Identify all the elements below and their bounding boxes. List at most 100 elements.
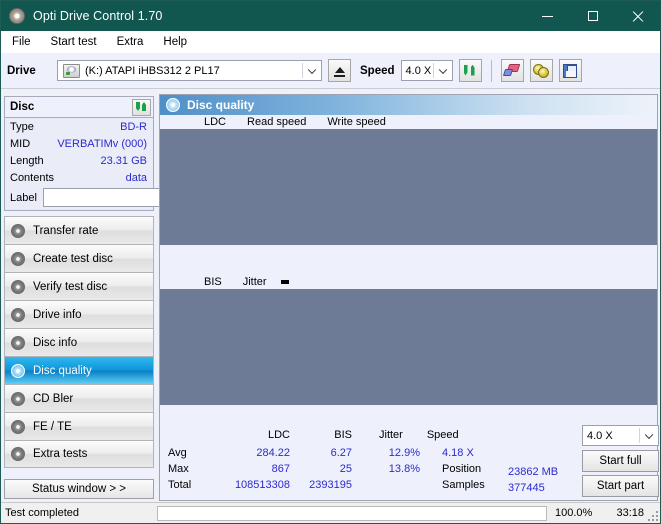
statistics-panel: LDC BIS Jitter Speed Avg 284.22 6.27 12.… bbox=[160, 425, 659, 500]
sidebar-item-cd-bler[interactable]: CD Bler bbox=[4, 384, 154, 412]
stats-max-ldc: 867 bbox=[271, 462, 290, 475]
disc-icon bbox=[11, 335, 25, 350]
legend-read-speed: Read speed bbox=[235, 116, 306, 128]
status-bar: Test completed 100.0% 33:18 bbox=[1, 502, 660, 523]
title-bar: Opti Drive Control 1.70 bbox=[1, 1, 660, 31]
quality-button[interactable] bbox=[529, 59, 553, 82]
stats-max-jitter: 13.8% bbox=[388, 462, 420, 475]
refresh-icon bbox=[463, 64, 478, 78]
navigation-list: Transfer rate Create test disc Verify te… bbox=[4, 216, 154, 468]
sidebar-item-transfer-rate[interactable]: Transfer rate bbox=[4, 216, 154, 244]
stats-col-jitter: Jitter bbox=[379, 428, 403, 441]
start-full-button[interactable]: Start full bbox=[582, 450, 659, 472]
sidebar-item-create-test-disc[interactable]: Create test disc bbox=[4, 244, 154, 272]
legend-marker-icon bbox=[280, 280, 289, 284]
erase-button[interactable] bbox=[500, 59, 524, 82]
chart2-legend: BIS Jitter bbox=[160, 275, 657, 289]
sidebar-item-label: Drive info bbox=[33, 308, 82, 321]
drive-select-value: (K:) ATAPI iHBS312 2 PL17 bbox=[85, 64, 220, 77]
speed-stat-value: 4.18 X bbox=[442, 446, 474, 459]
legend-swatch bbox=[192, 118, 201, 127]
legend-ldc: LDC bbox=[192, 116, 226, 128]
disc-info-title: Disc bbox=[10, 101, 35, 113]
legend-swatch bbox=[235, 118, 244, 127]
speed-stat-label: Speed bbox=[426, 428, 459, 441]
stats-row-label: Total bbox=[168, 478, 192, 491]
refresh-icon bbox=[135, 101, 148, 113]
eraser-icon bbox=[502, 64, 521, 77]
stats-max-bis: 25 bbox=[339, 462, 352, 475]
samples-label: Samples bbox=[442, 478, 485, 491]
legend-swatch bbox=[315, 118, 324, 127]
page-title: Disc quality bbox=[187, 98, 255, 112]
chart1-x-axis bbox=[160, 260, 657, 274]
save-icon bbox=[563, 63, 578, 78]
disc-row-value: VERBATIMv (000) bbox=[57, 137, 147, 150]
save-button[interactable] bbox=[558, 59, 582, 82]
disc-icon bbox=[11, 391, 25, 406]
drive-label: Drive bbox=[7, 64, 36, 77]
disc-row-mid: MID VERBATIMv (000) bbox=[5, 135, 153, 152]
status-text: Test completed bbox=[5, 507, 79, 519]
menu-item-start-test[interactable]: Start test bbox=[48, 34, 100, 50]
legend-label: Read speed bbox=[247, 116, 307, 128]
window-title: Opti Drive Control 1.70 bbox=[33, 9, 163, 23]
legend-label: BIS bbox=[204, 276, 222, 288]
minimize-button[interactable] bbox=[525, 1, 570, 31]
drive-select[interactable]: (K:) ATAPI iHBS312 2 PL17 bbox=[57, 60, 322, 81]
disc-icon bbox=[11, 419, 25, 434]
disc-label-key: Label bbox=[10, 191, 37, 204]
sidebar-item-fe-te[interactable]: FE / TE bbox=[4, 412, 154, 440]
speed-select[interactable]: 4.0 X bbox=[400, 60, 453, 81]
resize-grip[interactable] bbox=[646, 509, 658, 521]
disc-row-value: data bbox=[125, 171, 147, 184]
disc-row-key: MID bbox=[10, 137, 31, 150]
disc-icon bbox=[11, 279, 25, 294]
legend-label: Jitter bbox=[242, 276, 267, 288]
menu-bar: File Start test Extra Help bbox=[1, 31, 660, 53]
sidebar-item-disc-quality[interactable]: Disc quality bbox=[4, 356, 154, 384]
stats-col-ldc: LDC bbox=[267, 428, 290, 441]
disc-row-label: Label bbox=[5, 186, 244, 210]
progress-percent: 100.0% bbox=[555, 507, 593, 519]
disc-info-header: Disc bbox=[5, 97, 153, 118]
disc-info-box: Disc Type BD-R MID VERBATIMv (000) Lengt… bbox=[4, 96, 244, 211]
sidebar-item-extra-tests[interactable]: Extra tests bbox=[4, 440, 154, 468]
status-window-button[interactable]: Status window > > bbox=[4, 479, 154, 499]
sidebar-item-label: FE / TE bbox=[33, 420, 72, 433]
close-button[interactable] bbox=[615, 1, 660, 31]
disc-refresh-button[interactable] bbox=[132, 98, 151, 116]
refresh-button[interactable] bbox=[458, 59, 482, 82]
maximize-button[interactable] bbox=[570, 1, 615, 31]
optical-drive-icon bbox=[63, 63, 80, 78]
sidebar-item-label: Create test disc bbox=[33, 252, 113, 265]
chevron-down-icon bbox=[644, 430, 654, 439]
disc-icon bbox=[11, 447, 25, 461]
speed-label: Speed bbox=[360, 64, 395, 77]
legend-label: LDC bbox=[204, 116, 227, 128]
app-disc-icon bbox=[9, 8, 25, 24]
disc-row-length: Length 23.31 GB bbox=[5, 152, 153, 169]
menu-item-extra[interactable]: Extra bbox=[114, 34, 147, 50]
sidebar-item-verify-test-disc[interactable]: Verify test disc bbox=[4, 272, 154, 300]
eject-icon bbox=[334, 66, 345, 73]
menu-item-file[interactable]: File bbox=[9, 34, 34, 50]
legend-bis: BIS bbox=[192, 276, 222, 288]
disc-icon bbox=[11, 307, 25, 322]
start-part-button[interactable]: Start part bbox=[582, 475, 659, 497]
eject-button[interactable] bbox=[328, 59, 351, 82]
test-speed-select[interactable]: 4.0 X bbox=[582, 425, 659, 446]
stats-avg-bis: 6.27 bbox=[330, 446, 352, 459]
disc-row-type: Type BD-R bbox=[5, 118, 153, 135]
legend-swatch bbox=[192, 278, 201, 287]
chart-bis-jitter bbox=[160, 289, 657, 420]
stats-row-label: Max bbox=[168, 462, 189, 475]
application-window: Opti Drive Control 1.70 File Start test … bbox=[0, 0, 661, 524]
menu-item-help[interactable]: Help bbox=[160, 34, 190, 50]
sidebar-item-drive-info[interactable]: Drive info bbox=[4, 300, 154, 328]
legend-swatch bbox=[231, 278, 240, 287]
test-speed-value: 4.0 X bbox=[587, 429, 613, 442]
chevron-down-icon bbox=[438, 65, 447, 74]
sidebar-item-disc-info[interactable]: Disc info bbox=[4, 328, 154, 356]
chart2-canvas bbox=[160, 289, 566, 405]
